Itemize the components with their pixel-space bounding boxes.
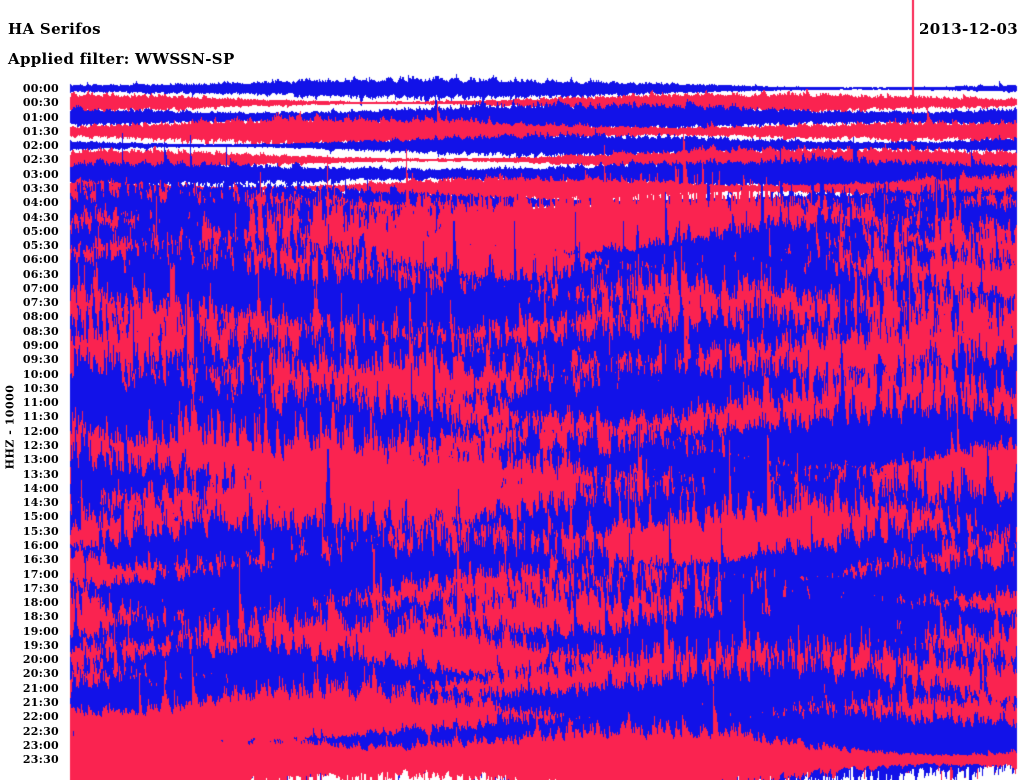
time-label: 12:00 <box>22 424 59 438</box>
station-title: HA Serifos <box>8 20 101 38</box>
time-label: 08:30 <box>22 324 59 338</box>
time-label: 04:30 <box>22 210 59 224</box>
time-label: 00:00 <box>22 82 59 95</box>
time-label: 04:00 <box>22 196 59 210</box>
time-label: 14:00 <box>22 481 59 495</box>
time-label: 23:00 <box>22 738 59 752</box>
time-label: 07:00 <box>22 281 59 295</box>
time-label: 05:00 <box>22 224 59 238</box>
seismogram-traces <box>0 0 1024 780</box>
time-label: 07:30 <box>22 296 59 310</box>
time-label: 11:30 <box>22 410 59 424</box>
time-label: 06:30 <box>22 267 59 281</box>
time-label: 09:30 <box>22 353 59 367</box>
time-label: 20:30 <box>22 667 59 681</box>
time-label: 13:30 <box>22 467 59 481</box>
time-label: 16:00 <box>22 538 59 552</box>
time-label: 01:00 <box>22 110 59 124</box>
time-label: 23:30 <box>22 753 59 767</box>
time-label: 12:30 <box>22 439 59 452</box>
time-label: 08:00 <box>22 310 59 324</box>
time-label: 21:00 <box>22 681 59 695</box>
time-label: 02:00 <box>22 139 59 153</box>
time-label: 03:30 <box>22 181 59 195</box>
time-label: 01:30 <box>22 124 59 138</box>
time-label: 13:00 <box>22 453 59 467</box>
time-label: 05:30 <box>22 239 59 253</box>
time-label: 21:30 <box>22 696 59 710</box>
time-label: 15:00 <box>22 510 59 524</box>
time-label: 18:30 <box>22 610 59 624</box>
filter-label: Applied filter: WWSSN-SP <box>8 50 235 68</box>
time-label: 06:00 <box>22 253 59 267</box>
time-label: 18:00 <box>22 596 59 610</box>
time-label: 15:30 <box>22 524 59 538</box>
time-label: 09:00 <box>22 339 59 353</box>
time-label: 10:30 <box>22 381 59 395</box>
time-label: 16:30 <box>22 553 59 567</box>
time-label: 00:30 <box>22 96 59 110</box>
time-label: 11:00 <box>22 396 59 410</box>
time-label: 22:30 <box>22 724 59 738</box>
date-label: 2013-12-03 <box>919 20 1018 38</box>
time-label: 10:00 <box>22 367 59 381</box>
time-label: 19:30 <box>22 638 59 652</box>
time-label: 14:30 <box>22 496 59 510</box>
time-label: 22:00 <box>22 710 59 724</box>
time-label: 02:30 <box>22 153 59 167</box>
time-label: 17:30 <box>22 581 59 595</box>
time-label: 20:00 <box>22 653 59 667</box>
time-label: 17:00 <box>22 567 59 581</box>
time-label: 19:00 <box>22 624 59 638</box>
time-label: 03:00 <box>22 167 59 181</box>
helicorder-view: HA Serifos 2013-12-03 Applied filter: WW… <box>0 0 1024 780</box>
